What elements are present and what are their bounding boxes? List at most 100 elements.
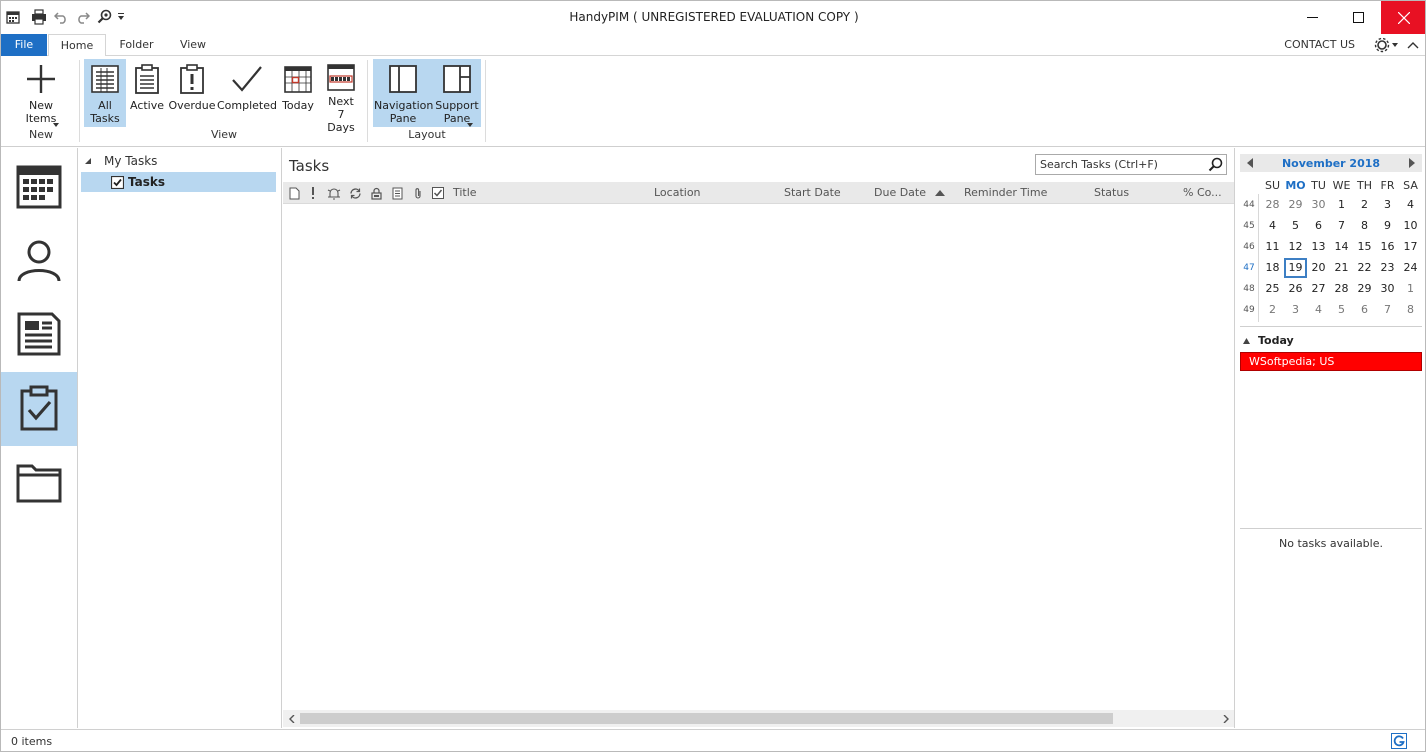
calendar-day[interactable]: 26 [1284,279,1307,299]
tab-folder[interactable]: Folder [109,34,164,56]
column-status[interactable]: Status [1094,182,1129,204]
search-input[interactable]: Search Tasks (Ctrl+F) [1035,154,1227,175]
nav-tasks-button[interactable] [1,372,77,446]
calendar-day[interactable]: 4 [1261,216,1284,236]
search-icon[interactable] [1208,157,1223,178]
completed-button[interactable]: Completed [217,59,277,127]
minimize-button[interactable] [1289,1,1335,34]
collapse-ribbon-icon[interactable] [1405,37,1421,53]
all-tasks-button[interactable]: All Tasks [84,59,126,127]
week-number[interactable]: 47 [1242,263,1256,273]
calendar-day[interactable]: 29 [1284,195,1307,215]
calendar-day[interactable]: 28 [1330,279,1353,299]
calendar-day[interactable]: 22 [1353,258,1376,278]
tree-item-tasks[interactable]: Tasks [81,172,276,192]
notes-column-icon[interactable] [390,186,404,200]
nav-contacts-button[interactable] [1,224,77,298]
calendar-day[interactable]: 19 [1284,258,1307,278]
calendar-day[interactable]: 2 [1353,195,1376,215]
collapse-triangle-icon[interactable] [1243,337,1255,344]
next-month-icon[interactable] [1406,157,1418,169]
calendar-day[interactable]: 27 [1307,279,1330,299]
sync-g-icon[interactable] [1391,733,1407,749]
item-type-column-icon[interactable] [287,186,301,200]
week-number[interactable]: 45 [1242,221,1256,231]
calendar-day[interactable]: 12 [1284,237,1307,257]
calendar-day[interactable]: 23 [1376,258,1399,278]
column-start-date[interactable]: Start Date [784,182,841,204]
calendar-day[interactable]: 30 [1376,279,1399,299]
tab-view[interactable]: View [167,34,219,56]
calendar-month-title[interactable]: November 2018 [1240,157,1422,170]
today-button[interactable]: Today [280,59,316,127]
column-due-date[interactable]: Due Date [874,182,926,204]
overdue-button[interactable]: Overdue [168,59,216,127]
calendar-day[interactable]: 10 [1399,216,1422,236]
week-number[interactable]: 48 [1242,284,1256,294]
calendar-day[interactable]: 5 [1284,216,1307,236]
scroll-left-icon[interactable] [283,710,300,727]
calendar-day[interactable]: 11 [1261,237,1284,257]
nav-notes-button[interactable] [1,298,77,372]
importance-column-icon[interactable] [306,186,320,200]
calendar-day[interactable]: 18 [1261,258,1284,278]
support-pane-button[interactable]: Support Pane [433,59,481,127]
tree-item-my-tasks[interactable]: My Tasks [84,154,157,168]
calendar-day[interactable]: 8 [1353,216,1376,236]
recurrence-column-icon[interactable] [348,186,362,200]
next-7-days-button[interactable]: Next 7 Days [320,59,362,134]
close-button[interactable] [1381,1,1425,34]
column-reminder-time[interactable]: Reminder Time [964,182,1047,204]
calendar-day[interactable]: 4 [1307,300,1330,320]
settings-gear-icon[interactable] [1374,37,1400,53]
scrollbar-thumb[interactable] [300,713,1113,724]
expand-triangle-icon[interactable] [84,157,98,165]
calendar-day[interactable]: 2 [1261,300,1284,320]
calendar-day[interactable]: 6 [1353,300,1376,320]
calendar-day[interactable]: 14 [1330,237,1353,257]
calendar-day[interactable]: 29 [1353,279,1376,299]
tab-home[interactable]: Home [48,34,106,57]
calendar-day[interactable]: 4 [1399,195,1422,215]
calendar-day[interactable]: 25 [1261,279,1284,299]
calendar-day[interactable]: 3 [1284,300,1307,320]
week-number[interactable]: 46 [1242,242,1256,252]
horizontal-scrollbar[interactable] [283,710,1234,727]
agenda-today-header[interactable]: Today [1243,334,1294,347]
week-number[interactable]: 49 [1242,305,1256,315]
calendar-day[interactable]: 1 [1330,195,1353,215]
new-items-button[interactable]: New Items [13,59,69,127]
tab-file[interactable]: File [1,34,47,56]
active-button[interactable]: Active [128,59,166,127]
agenda-appointment[interactable]: WSoftpedia; US [1240,352,1422,371]
calendar-day[interactable]: 16 [1376,237,1399,257]
calendar-day[interactable]: 15 [1353,237,1376,257]
maximize-button[interactable] [1335,1,1381,34]
calendar-day[interactable]: 6 [1307,216,1330,236]
week-number[interactable]: 44 [1242,200,1256,210]
contact-us-link[interactable]: CONTACT US [1284,34,1355,56]
private-lock-column-icon[interactable] [369,186,383,200]
reminder-bell-column-icon[interactable] [327,186,341,200]
column-title[interactable]: Title [453,182,477,204]
column-location[interactable]: Location [654,182,701,204]
calendar-day[interactable]: 21 [1330,258,1353,278]
calendar-day[interactable]: 7 [1376,300,1399,320]
navigation-pane-button[interactable]: Navigation Pane [373,59,433,127]
calendar-day[interactable]: 1 [1399,279,1422,299]
completed-checkbox-column-icon[interactable] [431,186,445,200]
calendar-day[interactable]: 28 [1261,195,1284,215]
calendar-day[interactable]: 3 [1376,195,1399,215]
calendar-day[interactable]: 30 [1307,195,1330,215]
calendar-day[interactable]: 7 [1330,216,1353,236]
scroll-right-icon[interactable] [1217,710,1234,727]
calendar-day[interactable]: 8 [1399,300,1422,320]
calendar-day[interactable]: 5 [1330,300,1353,320]
column-percent-complete[interactable]: % Co... [1183,182,1222,204]
nav-calendar-button[interactable] [1,150,77,224]
calendar-day[interactable]: 20 [1307,258,1330,278]
calendar-day[interactable]: 24 [1399,258,1422,278]
calendar-day[interactable]: 13 [1307,237,1330,257]
calendar-day[interactable]: 17 [1399,237,1422,257]
calendar-day[interactable]: 9 [1376,216,1399,236]
